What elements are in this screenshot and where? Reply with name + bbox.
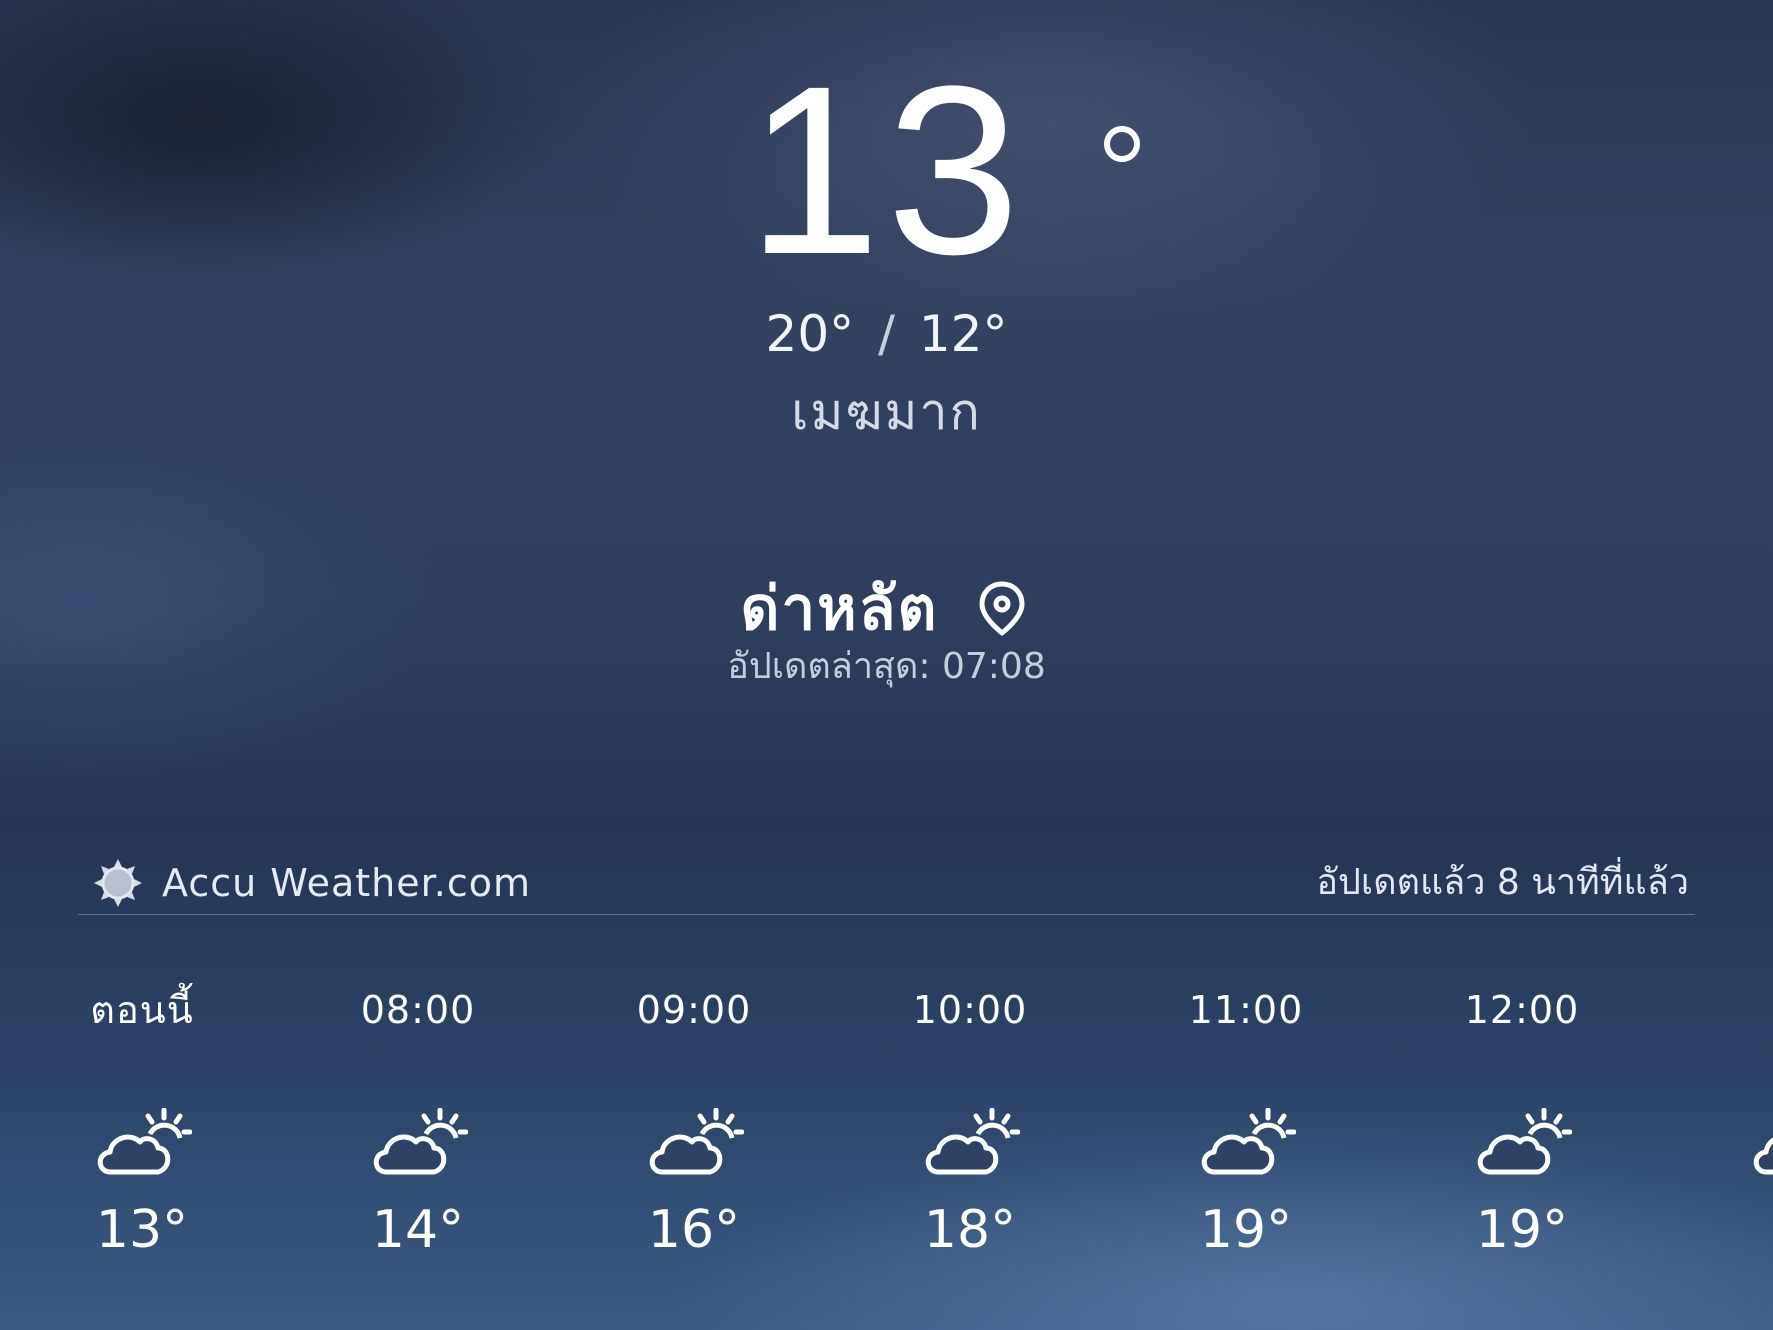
weather-condition: เมฆมาก xyxy=(791,383,982,441)
hourly-temperature: 19° xyxy=(1475,1200,1569,1260)
hourly-temperature: 14° xyxy=(371,1200,465,1260)
hourly-item[interactable]: 08:00 14° xyxy=(280,980,556,1300)
low-temperature: 12° xyxy=(918,305,1008,363)
hourly-time: 11:00 xyxy=(1188,988,1304,1032)
hourly-item[interactable]: 12:00 19° xyxy=(1384,980,1660,1300)
provider-updated-time: อัปเดตแล้ว 8 นาทีที่แล้ว xyxy=(1316,862,1689,903)
hourly-time: 12:00 xyxy=(1464,988,1580,1032)
provider-link[interactable]: Accu Weather.com xyxy=(92,858,531,908)
last-updated-time: อัปเดตล่าสุด: 07:08 xyxy=(727,646,1046,687)
hourly-time: ตอนนี้ xyxy=(90,988,194,1032)
location-pin-icon[interactable] xyxy=(972,578,1032,638)
current-temperature: 13 xyxy=(0,40,1773,300)
hourly-item[interactable]: ตอนนี้ 13° xyxy=(4,980,280,1300)
partly-cloudy-icon xyxy=(373,1108,468,1175)
hourly-temperature: 19° xyxy=(1199,1200,1293,1260)
hourly-item[interactable]: 11:00 19° xyxy=(1108,980,1384,1300)
hourly-temperature: 13° xyxy=(95,1200,189,1260)
high-temperature: 20° xyxy=(765,305,855,363)
hourly-time: 09:00 xyxy=(636,988,752,1032)
hourly-temperature: 2 xyxy=(1660,1198,1773,1262)
degree-symbol xyxy=(1104,126,1140,162)
provider-bar: Accu Weather.com อัปเดตแล้ว 8 นาทีที่แล้… xyxy=(78,858,1695,915)
location-row[interactable]: ด่าหลัต xyxy=(0,570,1773,646)
hourly-forecast[interactable]: ตอนนี้ 13° 08:00 14° 09:00 16° 10:00 18°… xyxy=(0,980,1773,1300)
hourly-item[interactable]: 09:00 16° xyxy=(556,980,832,1300)
hourly-item[interactable]: 13 2 xyxy=(1660,980,1773,1300)
partly-cloudy-icon xyxy=(649,1108,744,1175)
sun-icon xyxy=(94,859,142,907)
partly-cloudy-icon xyxy=(1477,1108,1572,1175)
city-name[interactable]: ด่าหลัต xyxy=(741,561,939,656)
current-temperature-value: 13 xyxy=(747,36,1026,304)
high-low-temperature: 20° / 12° xyxy=(0,302,1773,366)
hourly-item[interactable]: 10:00 18° xyxy=(832,980,1108,1300)
hourly-temperature: 18° xyxy=(923,1200,1017,1260)
partly-cloudy-icon xyxy=(1201,1108,1296,1175)
current-conditions: 13 20° / 12° เมฆมาก ด่าหลัต อัปเดตล่าสุด… xyxy=(0,0,1773,700)
hourly-time: 10:00 xyxy=(912,988,1028,1032)
hourly-temperature: 16° xyxy=(647,1200,741,1260)
high-low-separator: / xyxy=(878,305,895,363)
hourly-time: 08:00 xyxy=(360,988,476,1032)
partly-cloudy-icon xyxy=(97,1108,192,1175)
provider-name[interactable]: Accu Weather.com xyxy=(162,861,531,905)
partly-cloudy-icon xyxy=(1753,1137,1773,1175)
hourly-time: 13 xyxy=(1660,980,1773,1040)
partly-cloudy-icon xyxy=(925,1108,1020,1175)
